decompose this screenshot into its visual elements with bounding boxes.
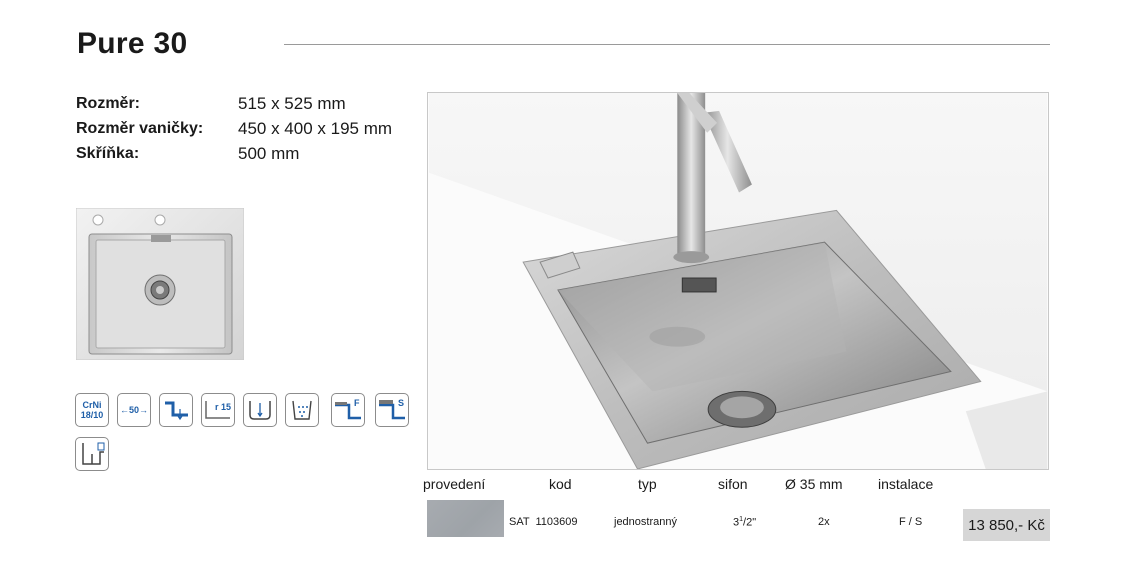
title-divider <box>284 44 1050 45</box>
col-header-code: kod <box>549 476 572 492</box>
siphon-icon <box>75 437 109 471</box>
col-header-type: typ <box>638 476 657 492</box>
crni-steel-icon: CrNi 18/10 <box>75 393 109 427</box>
col-header-siphon: sifon <box>718 476 748 492</box>
bowl-depth-icon <box>243 393 277 427</box>
spec-label: Rozměr: <box>76 94 141 112</box>
col-header-finish: provedení <box>423 476 486 492</box>
spec-list: Rozměr: 515 x 525 mm Rozměr vaničky: 450… <box>76 91 392 166</box>
siphon-tail: /2" <box>743 516 757 529</box>
surface-label: S <box>398 398 404 408</box>
finish-swatch <box>427 500 504 537</box>
price-badge: 13 850,- Kč <box>963 509 1050 541</box>
col-header-hole: Ø 35 mm <box>785 476 843 492</box>
product-title: Pure 30 <box>77 27 188 60</box>
spec-label: Rozměr vaničky: <box>76 119 204 137</box>
basket-strainer-icon <box>285 393 319 427</box>
spec-label: Skříňka: <box>76 144 140 162</box>
radius-label: r 15 <box>215 402 231 412</box>
distance-50-icon: ←50→ <box>117 393 151 427</box>
radius-icon: r 15 <box>201 393 235 427</box>
spec-row-size: Rozměr: 515 x 525 mm <box>76 91 392 116</box>
product-type: jednostranný <box>614 516 677 528</box>
col-header-installation: instalace <box>878 476 934 492</box>
sink-top-view-image <box>76 208 244 360</box>
surface-mount-icon: S <box>375 393 409 427</box>
overflow-icon <box>159 393 193 427</box>
spec-value: 450 x 400 x 195 mm <box>238 118 393 138</box>
product-photo <box>427 92 1049 470</box>
spec-value: 515 x 525 mm <box>238 93 346 113</box>
installation-type: F / S <box>899 516 923 528</box>
spec-row-bowl: Rozměr vaničky: 450 x 400 x 195 mm <box>76 116 392 141</box>
flush-label: F <box>354 398 360 408</box>
spec-row-cabinet: Skříňka: 500 mm <box>76 141 392 166</box>
hole-count: 2x <box>818 516 830 528</box>
product-code: SAT 1103609 <box>509 516 578 528</box>
siphon-size: 31/2" <box>733 516 756 529</box>
flush-mount-icon: F <box>331 393 365 427</box>
spec-value: 500 mm <box>238 143 300 163</box>
